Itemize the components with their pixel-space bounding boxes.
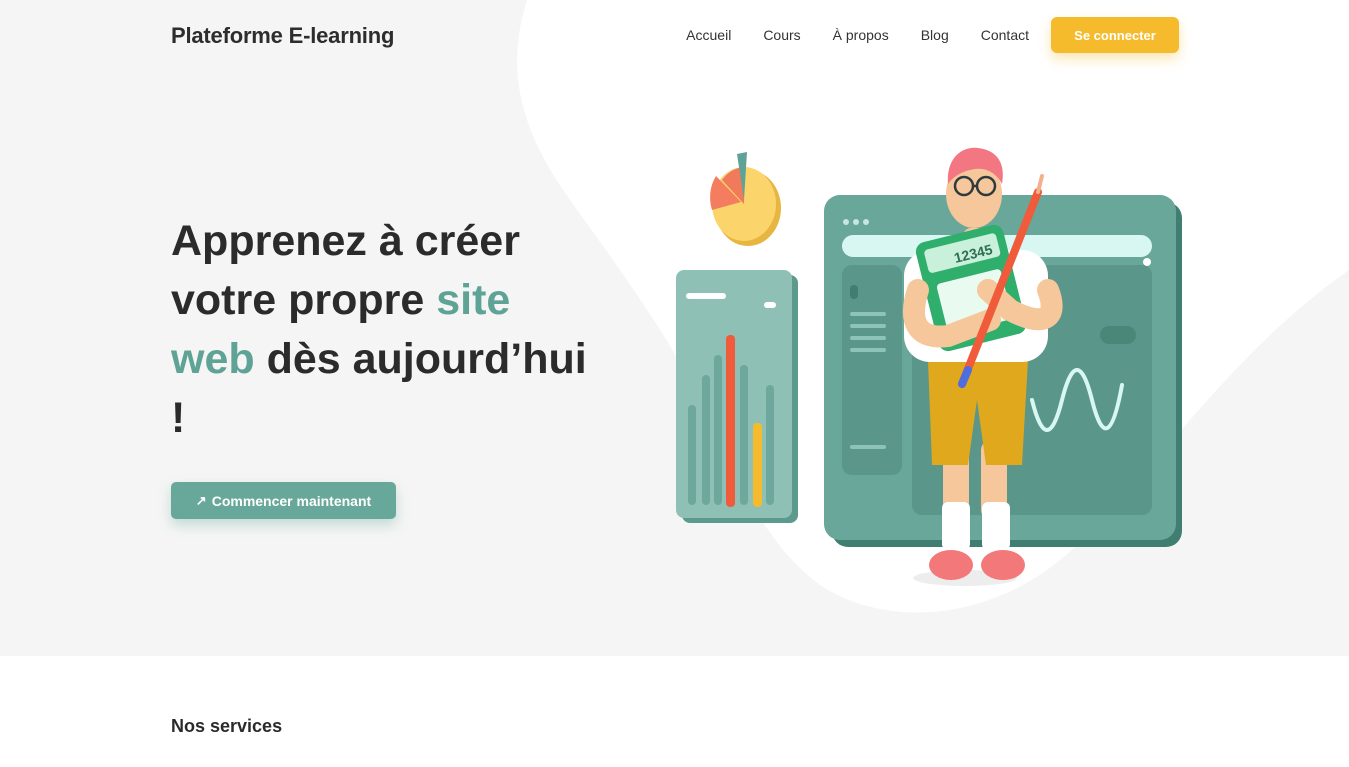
top-navbar: Plateforme E-learning Accueil Cours À pr… <box>171 0 1179 70</box>
nav-link-blog[interactable]: Blog <box>921 27 949 43</box>
hero-section: Plateforme E-learning Accueil Cours À pr… <box>0 0 1349 656</box>
pie-chart-icon <box>710 152 781 246</box>
brand-logo[interactable]: Plateforme E-learning <box>171 23 394 49</box>
start-now-label: Commencer maintenant <box>211 492 372 509</box>
main-nav: Accueil Cours À propos Blog Contact Se c… <box>686 17 1179 53</box>
nav-link-a-propos[interactable]: À propos <box>833 27 889 43</box>
hero-illustration: 12345 <box>676 147 1182 586</box>
nav-link-cours[interactable]: Cours <box>763 27 800 43</box>
nav-link-accueil[interactable]: Accueil <box>686 27 731 43</box>
nav-link-contact[interactable]: Contact <box>981 27 1029 43</box>
arrow-up-right-icon: ↗ <box>195 492 207 508</box>
login-button[interactable]: Se connecter <box>1051 17 1179 53</box>
start-now-button[interactable]: ↗ Commencer maintenant <box>171 482 396 519</box>
bar-chart-card <box>676 270 798 523</box>
services-section-title: Nos services <box>171 716 283 736</box>
hero-title: Apprenez à créer votre propre site web d… <box>171 212 591 448</box>
